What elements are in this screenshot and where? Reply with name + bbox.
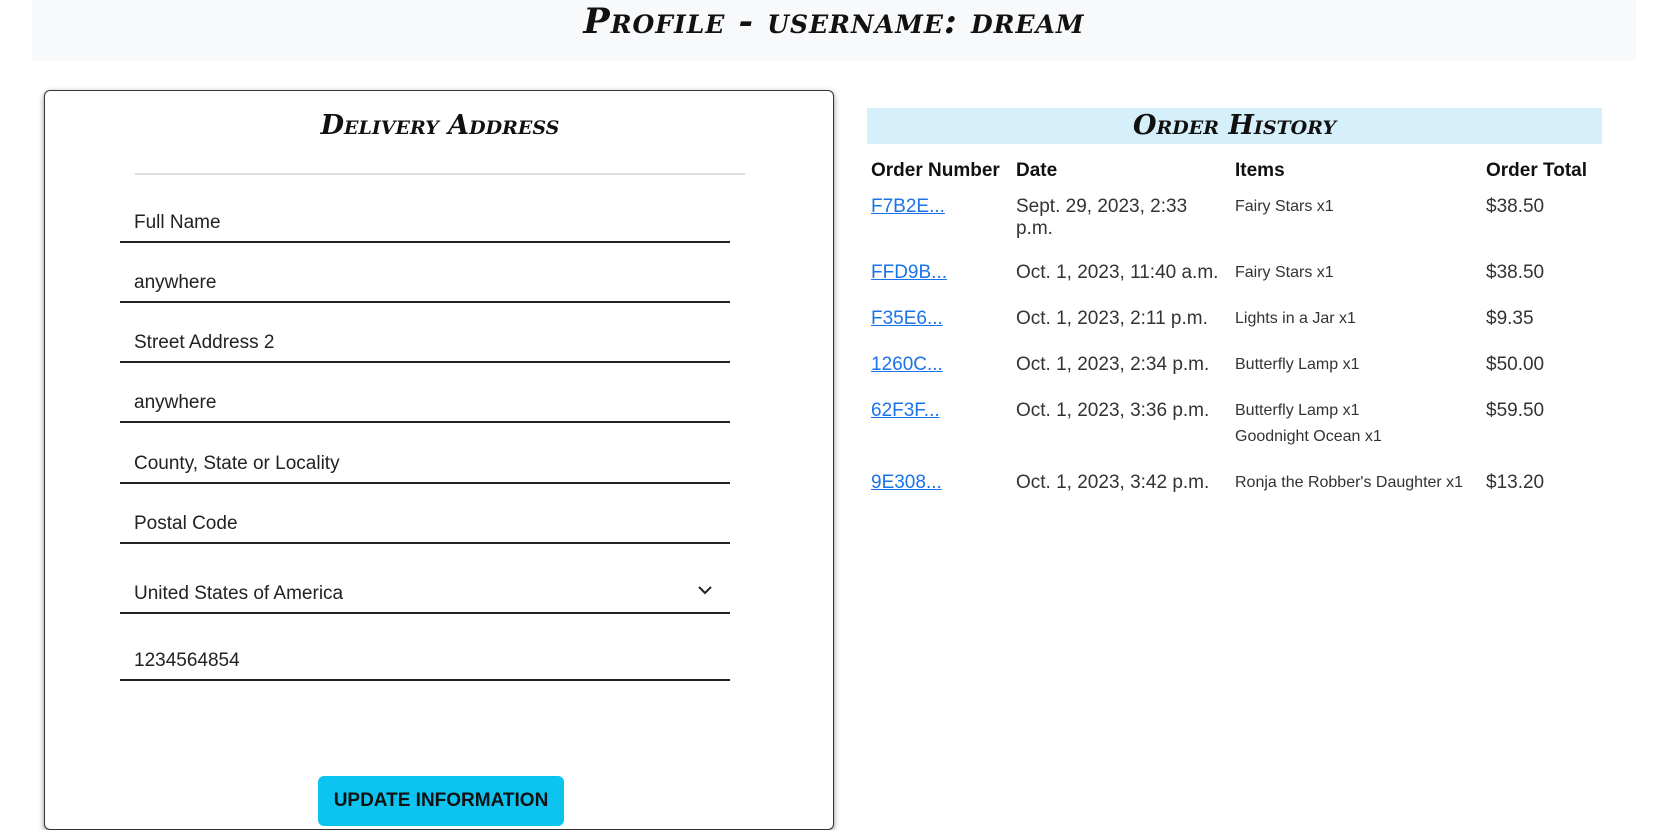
county-field: [120, 436, 730, 484]
order-total: $50.00: [1486, 354, 1545, 375]
order-item: Butterfly Lamp x1: [1235, 402, 1360, 419]
order-item: Fairy Stars x1: [1235, 264, 1334, 281]
order-total: $9.35: [1486, 308, 1534, 329]
full-name-input[interactable]: [134, 212, 694, 234]
order-number-link[interactable]: FFD9B...: [871, 262, 947, 283]
town-city-field: [120, 375, 730, 423]
table-row: 9E308... Oct. 1, 2023, 3:42 p.m. Ronja t…: [867, 466, 1602, 512]
order-item: Ronja the Robber's Daughter x1: [1235, 474, 1464, 491]
phone-field: [120, 625, 730, 681]
order-history-table: Order Number Date Items Order Total F7B2…: [867, 152, 1602, 512]
order-date: Sept. 29, 2023, 2:33 p.m.: [1016, 196, 1188, 239]
column-header-date: Date: [1016, 160, 1058, 181]
order-total: $59.50: [1486, 400, 1545, 421]
town-city-input[interactable]: [134, 392, 694, 414]
order-number-link[interactable]: 9E308...: [871, 472, 942, 493]
page-title: Profile - username: dream: [583, 1, 1085, 42]
full-name-field: [120, 195, 730, 243]
order-date: Oct. 1, 2023, 11:40 a.m.: [1016, 262, 1219, 283]
order-number-link[interactable]: 1260C...: [871, 354, 943, 375]
order-item: Goodnight Ocean x1: [1235, 428, 1382, 445]
order-date: Oct. 1, 2023, 3:36 p.m.: [1016, 400, 1210, 421]
country-select-value: United States of America: [134, 583, 344, 604]
delivery-address-card: Delivery Address United States of Americ…: [44, 90, 834, 830]
order-item: Butterfly Lamp x1: [1235, 356, 1360, 373]
order-history-title: Order History: [867, 108, 1602, 144]
order-total: $38.50: [1486, 262, 1545, 283]
update-information-button[interactable]: UPDATE INFORMATION: [318, 776, 564, 826]
order-number-link[interactable]: F7B2E...: [871, 196, 945, 217]
table-header-row: Order Number Date Items Order Total: [867, 152, 1602, 190]
column-header-order-total: Order Total: [1486, 160, 1587, 181]
county-input[interactable]: [134, 453, 694, 475]
table-row: 1260C... Oct. 1, 2023, 2:34 p.m. Butterf…: [867, 348, 1602, 394]
page-header: Profile - username: dream: [32, 0, 1636, 61]
table-row: FFD9B... Oct. 1, 2023, 11:40 a.m. Fairy …: [867, 256, 1602, 302]
order-total: $38.50: [1486, 196, 1545, 217]
order-date: Oct. 1, 2023, 2:11 p.m.: [1016, 308, 1208, 329]
order-history-section: Order History Order Number Date Items Or…: [867, 108, 1602, 512]
country-select[interactable]: United States of America: [120, 558, 730, 614]
order-number-link[interactable]: 62F3F...: [871, 400, 940, 421]
street-address-2-input[interactable]: [134, 332, 694, 354]
postal-code-input[interactable]: [134, 513, 694, 535]
table-row: 62F3F... Oct. 1, 2023, 3:36 p.m. Butterf…: [867, 394, 1602, 466]
street-address-1-input[interactable]: [134, 272, 694, 294]
phone-input[interactable]: [134, 650, 694, 672]
postal-code-field: [120, 496, 730, 544]
delivery-address-title: Delivery Address: [320, 110, 560, 141]
order-date: Oct. 1, 2023, 2:34 p.m.: [1016, 354, 1210, 375]
chevron-down-icon: [698, 586, 712, 595]
table-row: F35E6... Oct. 1, 2023, 2:11 p.m. Lights …: [867, 302, 1602, 348]
street-address-1-field: [120, 255, 730, 303]
divider: [135, 173, 745, 175]
column-header-order-number: Order Number: [871, 160, 1000, 181]
order-date: Oct. 1, 2023, 3:42 p.m.: [1016, 472, 1210, 493]
street-address-2-field: [120, 315, 730, 363]
order-total: $13.20: [1486, 472, 1545, 493]
order-number-link[interactable]: F35E6...: [871, 308, 943, 329]
order-item: Lights in a Jar x1: [1235, 310, 1356, 327]
table-row: F7B2E... Sept. 29, 2023, 2:33 p.m. Fairy…: [867, 190, 1602, 256]
order-item: Fairy Stars x1: [1235, 198, 1334, 215]
column-header-items: Items: [1235, 160, 1285, 181]
